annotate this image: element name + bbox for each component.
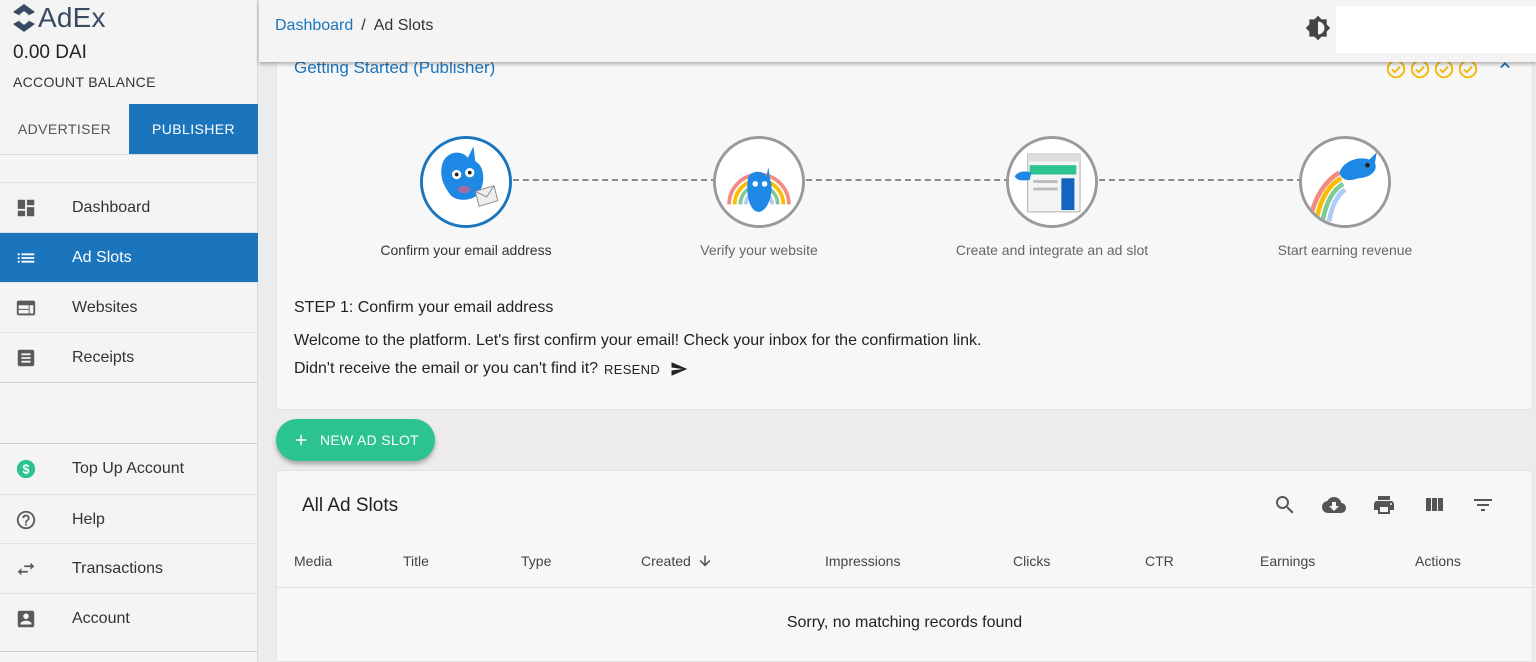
sidebar-item-label: Top Up Account (72, 460, 185, 477)
empty-table-message: Sorry, no matching records found (786, 614, 1023, 631)
cloud-download-icon[interactable] (1322, 493, 1348, 519)
role-tabs: ADVERTISER PUBLISHER (0, 104, 258, 155)
breadcrumb-current: Ad Slots (373, 17, 434, 34)
sidebar-item-top-up-account[interactable]: $ Top Up Account (0, 444, 258, 494)
column-header-clicks[interactable]: Clicks (1013, 553, 1050, 569)
table-title: All Ad Slots (302, 495, 399, 516)
sidebar-item-label: Transactions (72, 559, 163, 577)
welcome-message: Welcome to the platform. Let's first con… (294, 332, 982, 349)
resend-button[interactable]: RESEND (604, 360, 688, 378)
ad-slots-table: All Ad Slots Media Title Type Created Im… (276, 470, 1533, 662)
sidebar-item-dashboard[interactable]: Dashboard (0, 182, 258, 232)
sidebar-item-label: Dashboard (72, 198, 151, 216)
resend-prompt: Didn't receive the email or you can't fi… (294, 360, 599, 377)
unicorn-email-illustration (420, 136, 512, 228)
column-header-earnings[interactable]: Earnings (1260, 553, 1315, 569)
column-header-impressions[interactable]: Impressions (825, 553, 900, 569)
account-box-icon (14, 607, 38, 631)
help-icon (14, 508, 38, 532)
user-menu[interactable] (1336, 6, 1536, 53)
step-label: Start earning revenue (1277, 242, 1413, 258)
column-header-type[interactable]: Type (521, 553, 551, 569)
step-create-ad-slot: Create and integrate an ad slot (932, 136, 1172, 258)
new-ad-slot-label: NEW AD SLOT (320, 432, 419, 448)
column-header-media[interactable]: Media (294, 553, 332, 569)
breadcrumb-separator: / (361, 17, 366, 34)
app-name: AdEx (38, 2, 106, 33)
column-header-title[interactable]: Title (403, 553, 429, 569)
svg-text:$: $ (22, 462, 29, 477)
step-confirm-email: Confirm your email address (346, 136, 586, 258)
column-header-actions: Actions (1415, 553, 1461, 569)
breadcrumb-dashboard-link[interactable]: Dashboard (275, 17, 353, 35)
sidebar-item-label: Help (72, 510, 105, 528)
adex-logo-icon (13, 4, 35, 32)
sidebar-item-receipts[interactable]: Receipts (0, 332, 258, 382)
resend-label: RESEND (604, 361, 661, 377)
current-step-title: STEP 1: Confirm your email address (294, 299, 554, 316)
account-balance-value: 0.00 DAI (13, 42, 87, 63)
brightness-icon[interactable] (1305, 15, 1331, 41)
sidebar-item-account[interactable]: Account (0, 593, 258, 643)
sidebar-item-help[interactable]: Help (0, 494, 258, 544)
sidebar-item-transactions[interactable]: Transactions (0, 543, 258, 593)
resend-row: Didn't receive the email or you can't fi… (294, 360, 688, 378)
table-header-divider (277, 587, 1532, 588)
account-balance-label: ACCOUNT BALANCE (13, 74, 156, 90)
column-header-created[interactable]: Created (641, 553, 713, 569)
plus-icon (295, 434, 307, 446)
step-label: Verify your website (700, 242, 818, 258)
arrow-down-icon (699, 555, 711, 567)
getting-started-card: Getting Started (Publisher) Confirm your… (276, 40, 1533, 410)
sidebar-item-websites[interactable]: Websites (0, 282, 258, 332)
tab-advertiser[interactable]: ADVERTISER (0, 104, 129, 154)
sidebar-divider (0, 382, 258, 383)
dollar-icon: $ (14, 457, 38, 481)
unicorn-flying-illustration (1299, 136, 1391, 228)
dashboard-icon (14, 196, 38, 220)
filter-list-icon[interactable] (1471, 493, 1497, 519)
column-header-ctr[interactable]: CTR (1145, 553, 1174, 569)
send-icon (671, 362, 688, 376)
receipt-icon (14, 346, 38, 370)
step-verify-website: Verify your website (639, 136, 879, 258)
print-icon[interactable] (1372, 493, 1398, 519)
sidebar-item-label: Account (72, 609, 130, 627)
step-start-earning: Start earning revenue (1225, 136, 1465, 258)
adex-logo[interactable]: AdEx (12, 2, 106, 34)
sidebar-item-ad-slots[interactable]: Ad Slots (0, 232, 258, 282)
top-bar: Dashboard / Ad Slots (259, 0, 1536, 62)
view-column-icon[interactable] (1422, 493, 1448, 519)
swap-icon (14, 557, 38, 581)
website-slot-illustration (1006, 136, 1098, 228)
step-label: Create and integrate an ad slot (955, 242, 1149, 258)
search-icon[interactable] (1273, 493, 1299, 519)
column-header-label: Created (641, 553, 691, 569)
step-label: Confirm your email address (380, 242, 552, 258)
tab-publisher[interactable]: PUBLISHER (129, 104, 258, 154)
sidebar-item-label: Receipts (72, 348, 135, 366)
list-icon (14, 246, 38, 270)
sidebar: AdEx 0.00 DAI ACCOUNT BALANCE ADVERTISER… (0, 0, 258, 662)
sidebar-item-label: Ad Slots (72, 248, 132, 266)
sidebar-divider (0, 651, 258, 652)
new-ad-slot-button[interactable]: NEW AD SLOT (276, 419, 435, 461)
breadcrumb: Dashboard / Ad Slots (275, 17, 433, 35)
unicorn-rainbow-illustration (713, 136, 805, 228)
web-icon (14, 296, 38, 320)
sidebar-item-label: Websites (72, 298, 138, 316)
